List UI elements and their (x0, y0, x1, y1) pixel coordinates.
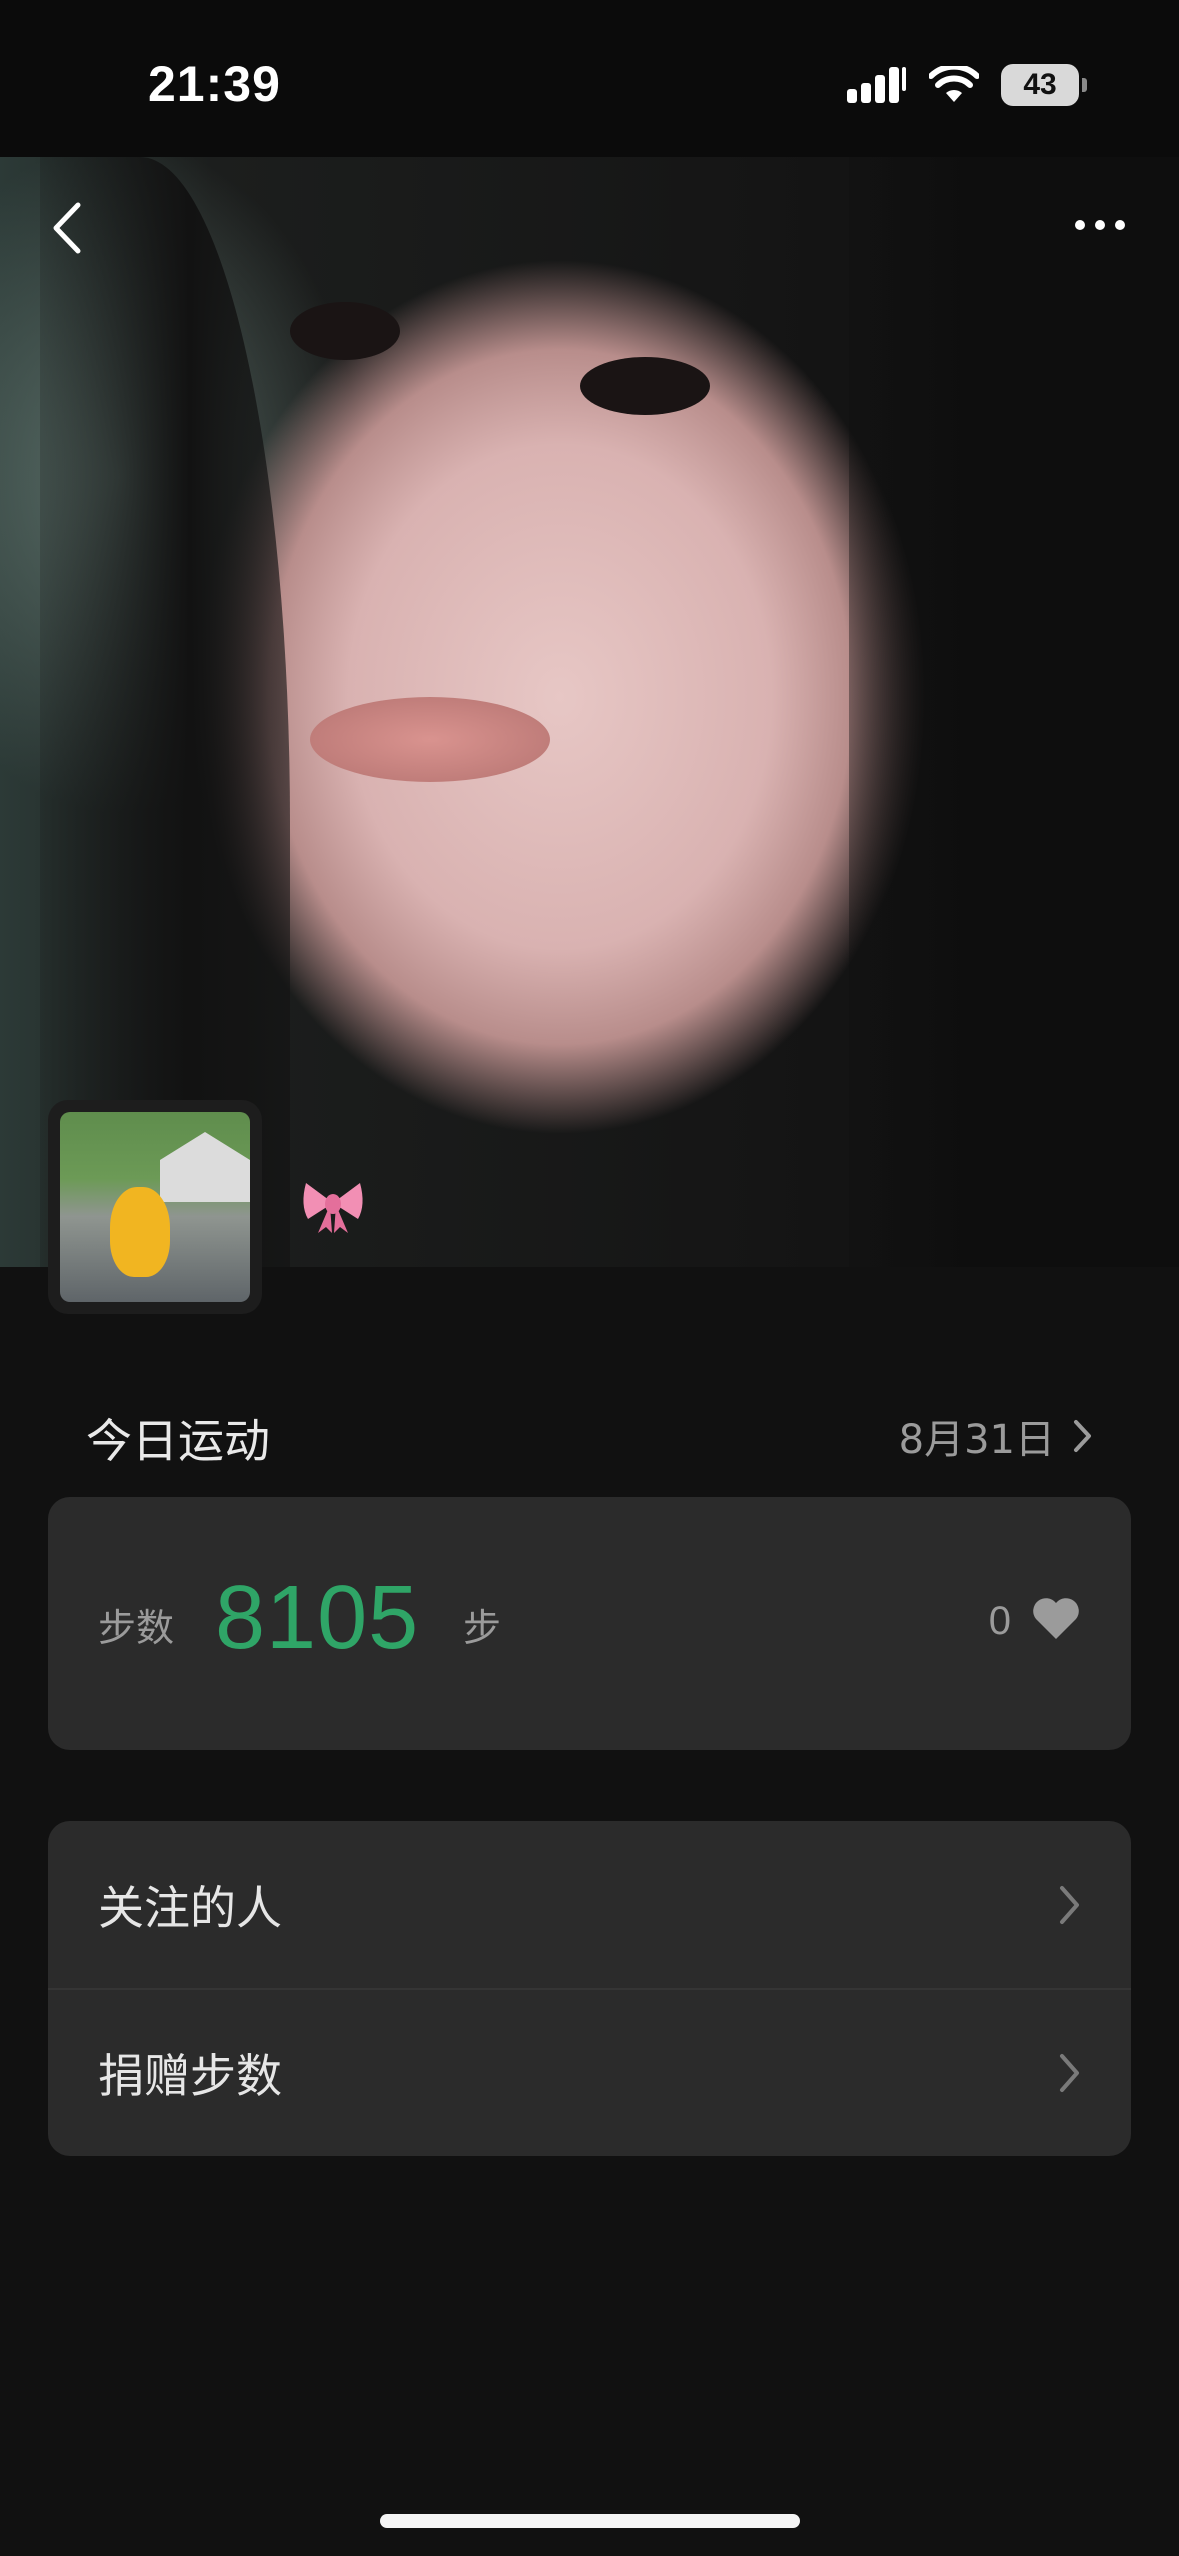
menu-item-label: 捐赠步数 (98, 2048, 282, 2103)
steps-card[interactable]: 步数 8105 步 0 (48, 1497, 1131, 1750)
heart-icon[interactable] (1031, 1597, 1081, 1645)
battery-level: 43 (1023, 68, 1057, 101)
menu-item-label: 关注的人 (98, 1880, 282, 1935)
wifi-icon (929, 66, 979, 104)
likes-count: 0 (988, 1598, 1011, 1643)
avatar-image (60, 1112, 250, 1302)
status-bar: 21:39 43 (0, 0, 1179, 157)
date-link[interactable]: 8月31日 (899, 1407, 1093, 1465)
menu-item-donate-steps[interactable]: 捐赠步数 (48, 1988, 1131, 2155)
home-indicator[interactable] (380, 2514, 800, 2528)
back-arrow-icon[interactable] (44, 195, 88, 261)
steps-label: 步数 (98, 1606, 175, 1650)
chevron-right-icon (1059, 2053, 1081, 2093)
likes[interactable]: 0 (989, 1597, 1081, 1645)
cellular-signal-icon (847, 65, 907, 105)
date-text: 8月31日 (898, 1417, 1055, 1463)
chevron-right-icon (1073, 1419, 1093, 1453)
avatar[interactable] (48, 1100, 262, 1314)
menu-item-following[interactable]: 关注的人 (48, 1821, 1131, 1988)
menu-card: 关注的人 捐赠步数 (48, 1821, 1131, 2156)
status-icons: 43 (847, 64, 1087, 106)
chevron-right-icon (1059, 1885, 1081, 1925)
status-time: 21:39 (148, 56, 281, 112)
more-options-icon[interactable] (1075, 210, 1135, 240)
battery-icon: 43 (1001, 64, 1087, 106)
today-exercise-title: 今日运动 (86, 1414, 270, 1468)
steps-unit: 步 (463, 1606, 502, 1650)
pink-bow-icon (300, 1175, 366, 1235)
steps-value: 8105 (215, 1568, 420, 1668)
